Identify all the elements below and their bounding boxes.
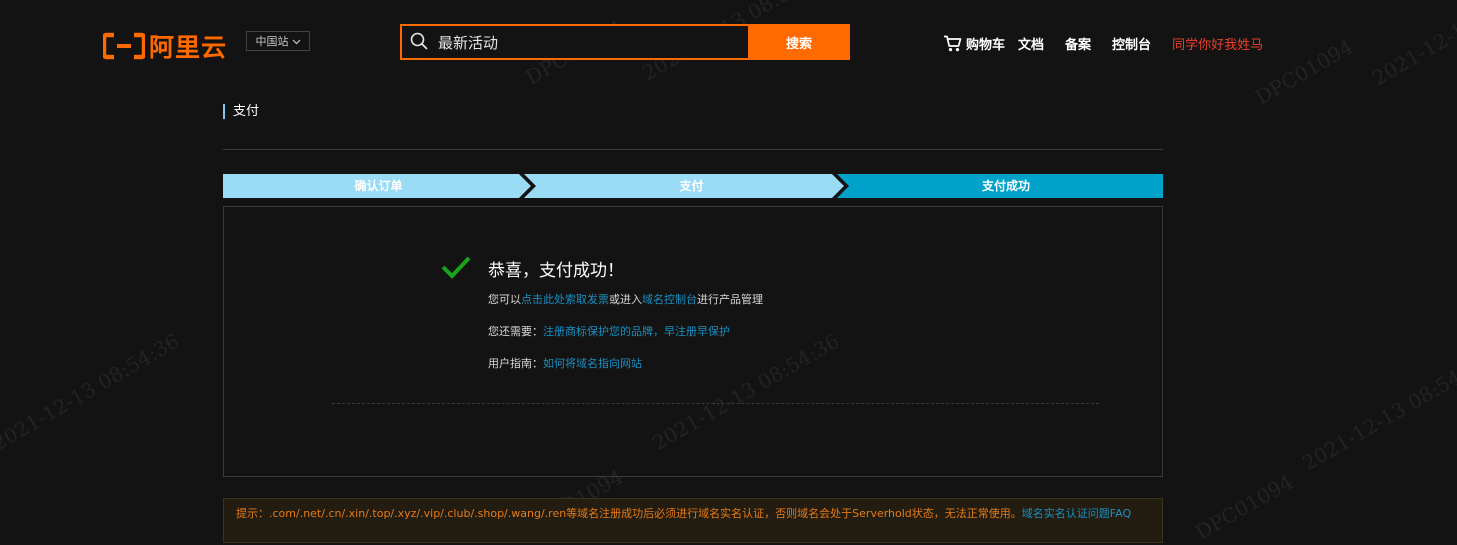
nav-user[interactable]: 同学你好我姓马: [1172, 34, 1263, 53]
dashed-divider: [332, 403, 1099, 404]
success-title: 恭喜，支付成功！: [488, 261, 624, 281]
page-title: 支付: [223, 104, 259, 119]
guide-line: 用户指南：如何将域名指向网站: [488, 355, 642, 371]
trademark-link[interactable]: 注册商标保护您的品牌，早注册早保护: [543, 325, 730, 338]
search-bar: 搜索: [400, 24, 850, 60]
trademark-prefix: 您还需要：: [488, 325, 543, 338]
watermark: 2021-12-13 08:54:36: [1368, 0, 1457, 91]
aliyun-logo[interactable]: 阿里云: [101, 28, 228, 64]
watermark: 2021-12-13 08:54:36: [0, 328, 184, 456]
domain-guide-link[interactable]: 如何将域名指向网站: [543, 357, 642, 370]
aliyun-logo-icon: [101, 31, 147, 61]
nav-console[interactable]: 控制台: [1112, 34, 1151, 53]
trademark-line: 您还需要：注册商标保护您的品牌，早注册早保护: [488, 323, 730, 339]
guide-prefix: 用户指南：: [488, 357, 543, 370]
cart-icon[interactable]: [943, 35, 962, 52]
divider: [223, 149, 1163, 150]
search-button[interactable]: 搜索: [748, 24, 850, 60]
region-selector[interactable]: 中国站: [246, 31, 310, 51]
search-input[interactable]: [436, 32, 720, 52]
chevron-down-icon: [292, 35, 301, 48]
result-panel: [223, 206, 1163, 477]
search-icon: [410, 32, 428, 53]
request-invoice-link[interactable]: 点击此处索取发票: [521, 293, 609, 306]
tip-banner: 提示：.com/.net/.cn/.xin/.top/.xyz/.vip/.cl…: [223, 498, 1163, 543]
invoice-line: 您可以点击此处索取发票或进入域名控制台进行产品管理: [488, 291, 763, 307]
step-2-label: 支付: [679, 179, 704, 193]
invoice-middle: 或进入: [609, 293, 642, 306]
progress-steps: 确认订单 支付 支付成功: [223, 174, 1163, 198]
invoice-suffix: 进行产品管理: [697, 293, 763, 306]
domain-console-link[interactable]: 域名控制台: [642, 293, 697, 306]
watermark: DPC01094: [1191, 469, 1298, 545]
nav-cart[interactable]: 购物车: [966, 34, 1005, 53]
watermark: DPC01094: [1251, 34, 1358, 110]
watermark: 2021-12-13 08:54:36: [1298, 348, 1457, 476]
nav-docs[interactable]: 文档: [1018, 34, 1044, 53]
invoice-prefix: 您可以: [488, 293, 521, 306]
top-nav: 购物车 文档 备案 控制台 同学你好我姓马: [943, 34, 1263, 53]
tip-text: 提示：.com/.net/.cn/.xin/.top/.xyz/.vip/.cl…: [236, 507, 1022, 520]
nav-beian[interactable]: 备案: [1065, 34, 1091, 53]
logo-text: 阿里云: [149, 33, 228, 62]
region-label: 中国站: [255, 35, 289, 48]
step-3-label: 支付成功: [981, 179, 1030, 193]
real-name-faq-link[interactable]: 域名实名认证问题FAQ: [1022, 507, 1131, 520]
step-1-label: 确认订单: [354, 179, 403, 193]
check-icon: [440, 255, 472, 282]
search-box: [400, 24, 748, 60]
